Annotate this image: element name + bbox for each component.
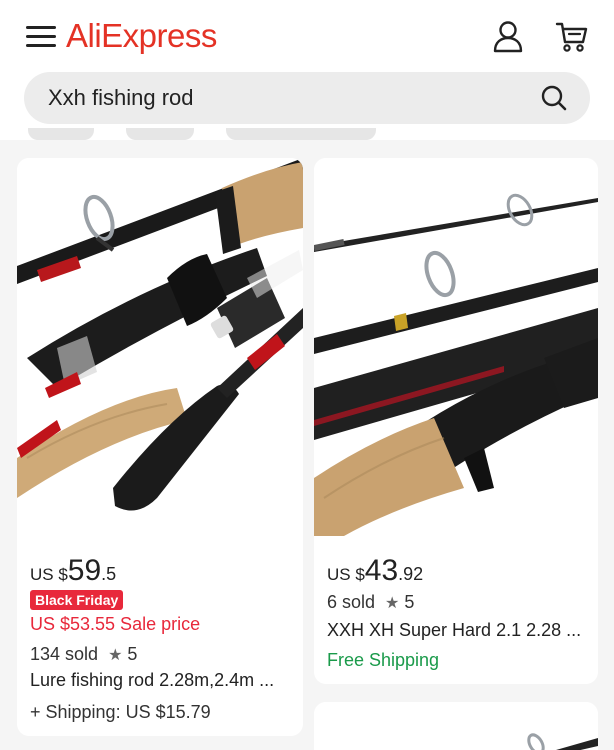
aliexpress-logo[interactable]: AliExpress bbox=[66, 17, 217, 55]
black-friday-badge: Black Friday bbox=[30, 590, 124, 610]
search-input[interactable]: Xxh fishing rod bbox=[48, 85, 194, 111]
filter-chip[interactable] bbox=[28, 128, 94, 140]
product-image[interactable] bbox=[314, 158, 598, 536]
rating-value: 5 bbox=[127, 644, 138, 664]
price-currency: US $ bbox=[30, 565, 68, 584]
cart-icon[interactable] bbox=[554, 18, 590, 54]
price-currency: US $ bbox=[327, 565, 365, 584]
hamburger-menu-icon[interactable] bbox=[26, 24, 58, 50]
product-card[interactable] bbox=[314, 702, 598, 750]
filter-chip[interactable] bbox=[226, 128, 376, 140]
product-title[interactable]: Lure fishing rod 2.28m,2.4m ... bbox=[30, 670, 292, 691]
sold-rating: 6 sold ★ 5 bbox=[327, 592, 414, 613]
star-icon: ★ bbox=[108, 647, 123, 664]
product-card[interactable]: US $43.92 6 sold ★ 5 XXH XH Super Hard 2.… bbox=[314, 158, 598, 684]
product-price: US $43.92 bbox=[327, 554, 423, 588]
shipping-cost: + Shipping: US $15.79 bbox=[30, 702, 211, 722]
sold-count: 6 sold bbox=[327, 592, 376, 612]
search-icon[interactable] bbox=[540, 84, 568, 112]
price-whole: 43 bbox=[364, 554, 399, 587]
free-shipping-label: Free Shipping bbox=[327, 650, 440, 670]
product-card[interactable]: US $59.5 Black Friday US $53.55 Sale pri… bbox=[17, 158, 303, 736]
price-cents: .92 bbox=[398, 564, 424, 584]
price-cents: .5 bbox=[101, 564, 117, 584]
star-icon: ★ bbox=[385, 595, 400, 612]
product-image[interactable] bbox=[17, 158, 303, 536]
sold-rating: 134 sold ★ 5 bbox=[30, 644, 137, 665]
product-title[interactable]: XXH XH Super Hard 2.1 2.28 ... bbox=[327, 620, 589, 641]
filter-chip[interactable] bbox=[126, 128, 194, 140]
sale-price: US $53.55 Sale price bbox=[30, 614, 201, 634]
header: AliExpress Xxh fishing rod bbox=[0, 0, 614, 140]
search-bar[interactable]: Xxh fishing rod bbox=[24, 72, 590, 124]
user-icon[interactable] bbox=[490, 18, 526, 54]
product-price: US $59.5 bbox=[30, 554, 116, 588]
filter-chips bbox=[0, 128, 614, 142]
rating-value: 5 bbox=[404, 592, 415, 612]
sold-count: 134 sold bbox=[30, 644, 99, 664]
product-image[interactable] bbox=[314, 702, 598, 750]
price-whole: 59 bbox=[67, 554, 102, 587]
